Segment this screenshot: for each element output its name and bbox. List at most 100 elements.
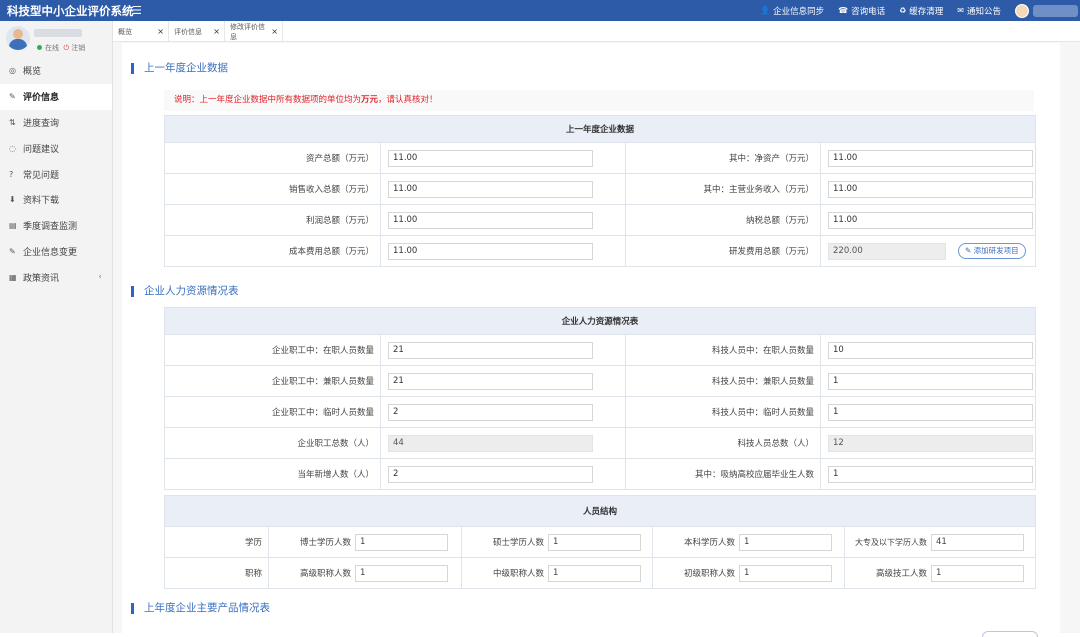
user-name-menu[interactable] (1033, 4, 1078, 17)
download-icon: ⬇ (9, 195, 16, 205)
notice-banner: 说明：上一年度企业数据中所有数据项的单位均为万元，请认真核对！ (164, 90, 1034, 111)
senior-title-count-label: 高级职称人数 (299, 569, 351, 579)
total-tax-input[interactable]: 11.00 (828, 211, 1033, 229)
logout-icon[interactable]: ⏻ (63, 44, 69, 52)
news-icon: ▦ (9, 272, 17, 282)
mail-icon: ✉ (957, 6, 964, 15)
sidebar-item-evaluation-info[interactable]: ✎ 评价信息 (0, 83, 112, 110)
total-tax-label: 纳税总额（万元） (625, 204, 821, 236)
person-icon: 👤 (760, 6, 771, 15)
main-area: 上一年度企业数据 说明：上一年度企业数据中所有数据项的单位均为万元，请认真核对！… (113, 42, 1080, 637)
staff-structure-table: 人员结构 学历 博士学历人数 1 硕士学历人数 1 本科学历人数 1 大专及以下学历人… (163, 495, 1037, 589)
staff-fulltime-label: 企业职工中：在职人员数量 (164, 334, 381, 366)
bachelor-count-label: 本科学历人数 (683, 538, 735, 548)
sync-company-info-link[interactable]: 👤 企业信息同步 (760, 5, 824, 17)
tech-parttime-input[interactable]: 1 (828, 372, 1033, 390)
clear-cache-link[interactable]: ♻ 缓存清理 (899, 5, 943, 17)
avatar (6, 26, 30, 50)
staff-structure-header: 人员结构 (163, 495, 1037, 527)
hr-table-header: 企业人力资源情况表 (163, 307, 1037, 335)
junior-title-count-input[interactable]: 1 (739, 564, 832, 582)
staff-parttime-input[interactable]: 21 (388, 372, 593, 390)
user-name (34, 29, 82, 37)
sidebar-item-company-info-change[interactable]: ✎ 企业信息变更 (0, 239, 112, 265)
intermediate-title-count-input[interactable]: 1 (548, 564, 641, 582)
online-dot-icon (37, 45, 42, 50)
close-icon[interactable]: × (271, 27, 278, 36)
total-cost-label: 成本费用总额（万元） (164, 235, 381, 267)
tech-temporary-label: 科技人员中：临时人员数量 (625, 396, 821, 428)
senior-title-count-input[interactable]: 1 (355, 564, 448, 582)
survey-icon: ▤ (9, 221, 17, 231)
total-cost-input[interactable]: 11.00 (388, 242, 593, 260)
tab-bar: 概览 × 评价信息 × 修改评价信息 × (113, 21, 1080, 42)
products-add-button[interactable] (982, 631, 1038, 637)
tech-temporary-input[interactable]: 1 (828, 403, 1033, 421)
notices-link[interactable]: ✉ 通知公告 (957, 5, 1001, 17)
graduates-hired-input[interactable]: 1 (828, 465, 1033, 483)
overview-icon: ◎ (9, 66, 16, 76)
master-count-input[interactable]: 1 (548, 533, 641, 551)
phd-count-label: 博士学历人数 (299, 538, 351, 548)
sidebar-item-policy-news[interactable]: ▦ 政策资讯 ‹ (0, 264, 112, 290)
total-sales-label: 销售收入总额（万元） (164, 173, 381, 205)
total-profit-input[interactable]: 11.00 (388, 211, 593, 229)
tech-parttime-label: 科技人员中：兼职人员数量 (625, 365, 821, 397)
top-links: 👤 企业信息同步 ☎ 咨询电话 ♻ 缓存清理 ✉ 通知公告 (760, 3, 1080, 18)
college-below-count-label: 大专及以下学历人数 (855, 537, 927, 547)
total-sales-input[interactable]: 11.00 (388, 180, 593, 198)
title-row-label: 职称 (164, 557, 269, 589)
intermediate-title-count-label: 中级职称人数 (492, 569, 544, 579)
menu-toggle-icon[interactable]: ☰ (132, 4, 150, 17)
total-profit-label: 利润总额（万元） (164, 204, 381, 236)
tech-total-input: 12 (828, 434, 1033, 452)
sidebar-item-faq[interactable]: ? 常见问题 (0, 161, 112, 187)
user-profile: 在线 ⏻ 注销 (0, 21, 112, 58)
junior-title-count-label: 初级职称人数 (683, 569, 735, 579)
staff-parttime-label: 企业职工中：兼职人员数量 (164, 365, 381, 397)
sidebar-item-quarterly-survey[interactable]: ▤ 季度调查监测 (0, 213, 112, 239)
education-row-label: 学历 (164, 526, 269, 558)
college-below-count-input[interactable]: 41 (931, 533, 1024, 551)
tab-edit-evaluation-info[interactable]: 修改评价信息 × (225, 21, 283, 42)
total-assets-label: 资产总额（万元） (164, 142, 381, 174)
staff-temporary-input[interactable]: 2 (388, 403, 593, 421)
staff-total-input: 44 (388, 434, 593, 452)
sidebar-item-suggestions[interactable]: ◌ 问题建议 (0, 135, 112, 161)
sidebar-item-downloads[interactable]: ⬇ 资料下载 (0, 187, 112, 213)
user-avatar[interactable] (1015, 3, 1029, 18)
edit-icon: ✎ (9, 92, 16, 102)
close-icon[interactable]: × (157, 27, 164, 36)
sidebar-item-overview[interactable]: ◎ 概览 (0, 58, 112, 84)
recycle-icon: ♻ (899, 6, 907, 15)
senior-technician-count-input[interactable]: 1 (931, 564, 1024, 582)
chevron-left-icon: ‹ (98, 272, 102, 283)
new-hires-input[interactable]: 2 (388, 465, 593, 483)
tech-total-label: 科技人员总数（人） (625, 427, 821, 459)
tab-evaluation-info[interactable]: 评价信息 × (169, 21, 225, 42)
tech-fulltime-label: 科技人员中：在职人员数量 (625, 334, 821, 366)
graduates-hired-label: 其中：吸纳高校应届毕业生人数 (625, 458, 821, 490)
staff-temporary-label: 企业职工中：临时人员数量 (164, 396, 381, 428)
phd-count-input[interactable]: 1 (355, 533, 448, 551)
staff-fulltime-input[interactable]: 21 (388, 341, 593, 359)
sidebar-item-progress-query[interactable]: ⇅ 进度查询 (0, 110, 112, 136)
section-title-products: 上年度企业主要产品情况表 (131, 603, 270, 614)
phone-icon: ☎ (838, 6, 849, 15)
net-assets-input[interactable]: 11.00 (828, 149, 1033, 167)
tab-overview[interactable]: 概览 × (113, 21, 169, 42)
consult-phone-link[interactable]: ☎ 咨询电话 (838, 5, 885, 17)
logout-link[interactable]: 注销 (71, 44, 85, 52)
main-business-income-input[interactable]: 11.00 (828, 180, 1033, 198)
close-icon[interactable]: × (213, 27, 220, 36)
rd-cost-input: 220.00 (828, 242, 946, 260)
net-assets-label: 其中：净资产（万元） (625, 142, 821, 174)
edit-icon: ✎ (9, 246, 16, 256)
bachelor-count-input[interactable]: 1 (739, 533, 832, 551)
add-rd-project-button[interactable]: ✎ 添加研发项目 (958, 243, 1026, 259)
app-title: 科技型中小企业评价系统 (7, 3, 134, 18)
edit-icon: ✎ (965, 246, 974, 255)
total-assets-input[interactable]: 11.00 (388, 149, 593, 167)
tech-fulltime-input[interactable]: 10 (828, 341, 1033, 359)
content-panel: 上一年度企业数据 说明：上一年度企业数据中所有数据项的单位均为万元，请认真核对！… (122, 43, 1060, 637)
